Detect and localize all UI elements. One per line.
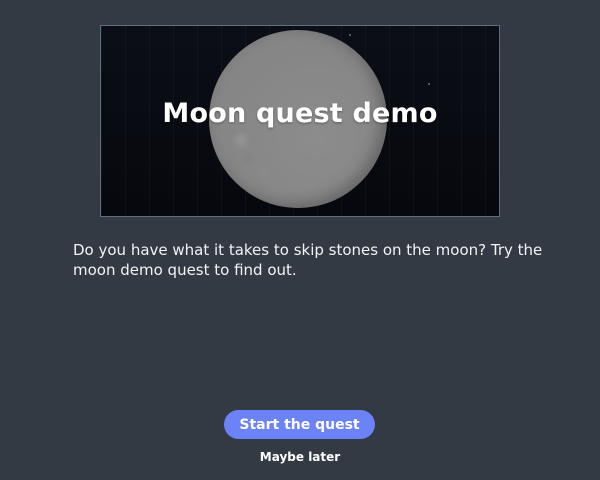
hero-title: Moon quest demo <box>162 98 438 129</box>
star <box>349 34 351 36</box>
quest-description: Do you have what it takes to skip stones… <box>73 241 543 279</box>
start-quest-button[interactable]: Start the quest <box>224 410 375 439</box>
star <box>428 83 430 85</box>
maybe-later-link[interactable]: Maybe later <box>0 450 600 464</box>
hero-banner: Moon quest demo <box>100 25 500 217</box>
